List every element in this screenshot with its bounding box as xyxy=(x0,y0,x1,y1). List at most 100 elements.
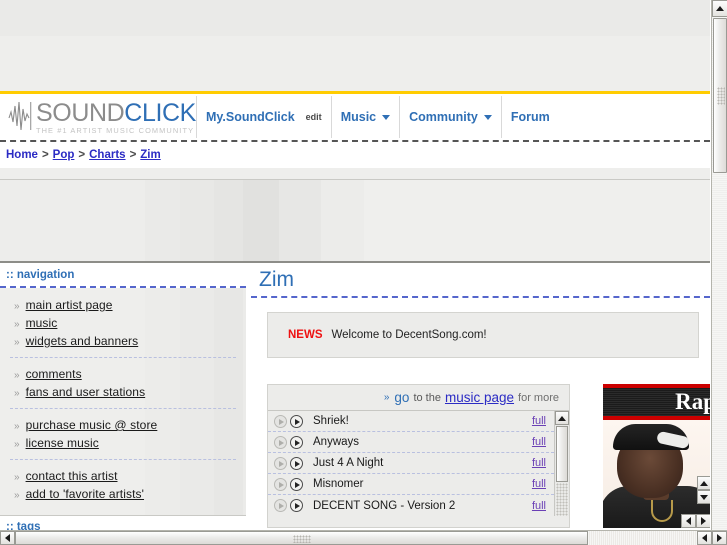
sidebar-item-comments[interactable]: » comments xyxy=(0,365,246,383)
scrollbar-grip xyxy=(292,535,311,543)
scroll-down-button[interactable] xyxy=(697,490,710,504)
sidebar-item-music[interactable]: » music xyxy=(0,314,246,332)
menu-item-forum[interactable]: Forum xyxy=(502,94,559,140)
scroll-left-button[interactable] xyxy=(0,531,15,545)
songs-area: Shriek! full Anyways full Just 4 A Night… xyxy=(268,411,569,516)
song-full-link[interactable]: full xyxy=(532,500,546,512)
chevron-right-icon: » xyxy=(14,388,20,399)
news-banner: NEWS Welcome to DecentSong.com! xyxy=(267,312,699,358)
play-preview-icon[interactable] xyxy=(274,414,287,428)
song-full-link[interactable]: full xyxy=(532,436,546,448)
scrollbar-trough[interactable] xyxy=(556,483,568,516)
sidebar-item-label: add to 'favorite artists' xyxy=(25,487,145,501)
menu-label: Music xyxy=(340,110,377,124)
top-ad-zone xyxy=(0,0,710,94)
sidebar-item-main-artist-page[interactable]: » main artist page xyxy=(0,296,246,314)
waveform-icon xyxy=(8,101,32,131)
breadcrumb: Home > Pop > Charts > Zim xyxy=(0,142,710,168)
breadcrumb-item-pop[interactable]: Pop xyxy=(53,149,75,161)
menu-item-edit[interactable]: edit xyxy=(304,94,331,140)
browser-horizontal-scrollbar[interactable] xyxy=(0,530,727,545)
sidebar-item-fans-and-user-stations[interactable]: » fans and user stations xyxy=(0,383,246,401)
song-full-link[interactable]: full xyxy=(532,478,546,490)
sidebar: :: navigation » main artist page » music… xyxy=(0,263,246,530)
play-preview-icon[interactable] xyxy=(274,456,287,470)
menu-label: Community xyxy=(409,110,478,124)
ad-banner[interactable]: Rap xyxy=(603,384,710,420)
breadcrumb-item-zim[interactable]: Zim xyxy=(140,149,160,161)
scrollbar-thumb[interactable] xyxy=(713,18,727,173)
sidebar-item-label: contact this artist xyxy=(25,469,118,483)
chevron-right-icon: » xyxy=(14,421,20,432)
song-title: DECENT SONG - Version 2 xyxy=(313,499,456,512)
music-page-link[interactable]: music page xyxy=(445,390,514,405)
play-preview-icon[interactable] xyxy=(274,499,287,512)
song-title: Anyways xyxy=(313,436,360,448)
chevron-right-icon: » xyxy=(14,439,20,450)
music-box-header: » go to the music page for more xyxy=(268,385,569,411)
play-icon[interactable] xyxy=(290,499,303,512)
scroll-left-button[interactable] xyxy=(681,514,696,528)
main-menu: My.SoundClick edit Music Community Forum xyxy=(197,94,559,140)
ad-panel[interactable]: Rap xyxy=(603,384,710,528)
scroll-right-button[interactable] xyxy=(696,514,710,528)
song-row[interactable]: Misnomer full xyxy=(268,474,554,495)
song-list-scrollbar[interactable] xyxy=(554,411,569,516)
play-icon[interactable] xyxy=(290,414,303,428)
page-content: SOUNDCLICK THE #1 ARTIST MUSIC COMMUNITY… xyxy=(0,0,710,530)
scroll-right-button[interactable] xyxy=(712,531,727,545)
arrow-down-icon xyxy=(700,494,708,500)
sidebar-item-label: fans and user stations xyxy=(25,385,146,399)
scrollbar-thumb[interactable] xyxy=(556,426,568,482)
play-icon[interactable] xyxy=(290,435,303,449)
scroll-up-button[interactable] xyxy=(555,411,569,425)
sidebar-item-purchase-music[interactable]: » purchase music @ store xyxy=(0,416,246,434)
song-row[interactable]: Just 4 A Night full xyxy=(268,453,554,474)
play-icon[interactable] xyxy=(290,456,303,470)
ad-gap xyxy=(570,384,603,528)
breadcrumb-item-home[interactable]: Home xyxy=(6,149,38,161)
sidebar-nav-list: » main artist page » music » widgets and… xyxy=(0,296,246,503)
sidebar-group-divider xyxy=(10,408,236,409)
scroll-up-button[interactable] xyxy=(712,0,727,17)
lower-row: » go to the music page for more Shriek! … xyxy=(251,384,710,528)
menu-item-community[interactable]: Community xyxy=(400,94,501,140)
sidebar-item-add-to-favorite-artists[interactable]: » add to 'favorite artists' xyxy=(0,485,246,503)
music-page-pre: go xyxy=(394,390,410,405)
song-row[interactable]: DECENT SONG - Version 2 full xyxy=(268,495,554,516)
breadcrumb-separator: > xyxy=(78,149,86,161)
sidebar-body: » main artist page » music » widgets and… xyxy=(0,288,246,516)
menu-item-music[interactable]: Music xyxy=(332,94,399,140)
sidebar-item-widgets-and-banners[interactable]: » widgets and banners xyxy=(0,332,246,350)
ad-vertical-scrollbar[interactable] xyxy=(697,476,710,506)
song-title: Misnomer xyxy=(313,478,364,490)
scrollbar-thumb[interactable] xyxy=(15,531,588,545)
site-header: SOUNDCLICK THE #1 ARTIST MUSIC COMMUNITY… xyxy=(0,94,710,140)
play-icon[interactable] xyxy=(290,477,303,491)
ad-banner-text: Rap xyxy=(675,389,710,414)
song-row[interactable]: Anyways full xyxy=(268,432,554,453)
arrow-up-icon xyxy=(716,6,724,11)
scroll-up-button[interactable] xyxy=(697,476,710,490)
sidebar-group-divider xyxy=(10,459,236,460)
chevron-right-icon: » xyxy=(14,370,20,381)
ad-horizontal-scrollbar[interactable] xyxy=(681,514,710,528)
scroll-left-button-secondary[interactable] xyxy=(697,531,712,545)
rapper-photo xyxy=(603,420,710,528)
play-preview-icon[interactable] xyxy=(274,477,287,491)
play-preview-icon[interactable] xyxy=(274,435,287,449)
breadcrumb-item-charts[interactable]: Charts xyxy=(89,149,125,161)
song-full-link[interactable]: full xyxy=(532,457,546,469)
sidebar-item-contact-this-artist[interactable]: » contact this artist xyxy=(0,467,246,485)
song-full-link[interactable]: full xyxy=(532,415,546,427)
soundclick-logo[interactable]: SOUNDCLICK THE #1 ARTIST MUSIC COMMUNITY xyxy=(0,100,196,134)
scrollbar-grip xyxy=(717,87,725,105)
browser-vertical-scrollbar[interactable] xyxy=(711,0,727,530)
sidebar-item-license-music[interactable]: » license music xyxy=(0,434,246,452)
arrow-up-icon xyxy=(700,480,708,486)
scrollbar-trough[interactable] xyxy=(588,531,697,545)
menu-label: Forum xyxy=(510,110,550,124)
song-row[interactable]: Shriek! full xyxy=(268,411,554,432)
menu-item-my-soundclick[interactable]: My.SoundClick xyxy=(197,94,304,140)
arrow-right-icon xyxy=(701,517,706,525)
